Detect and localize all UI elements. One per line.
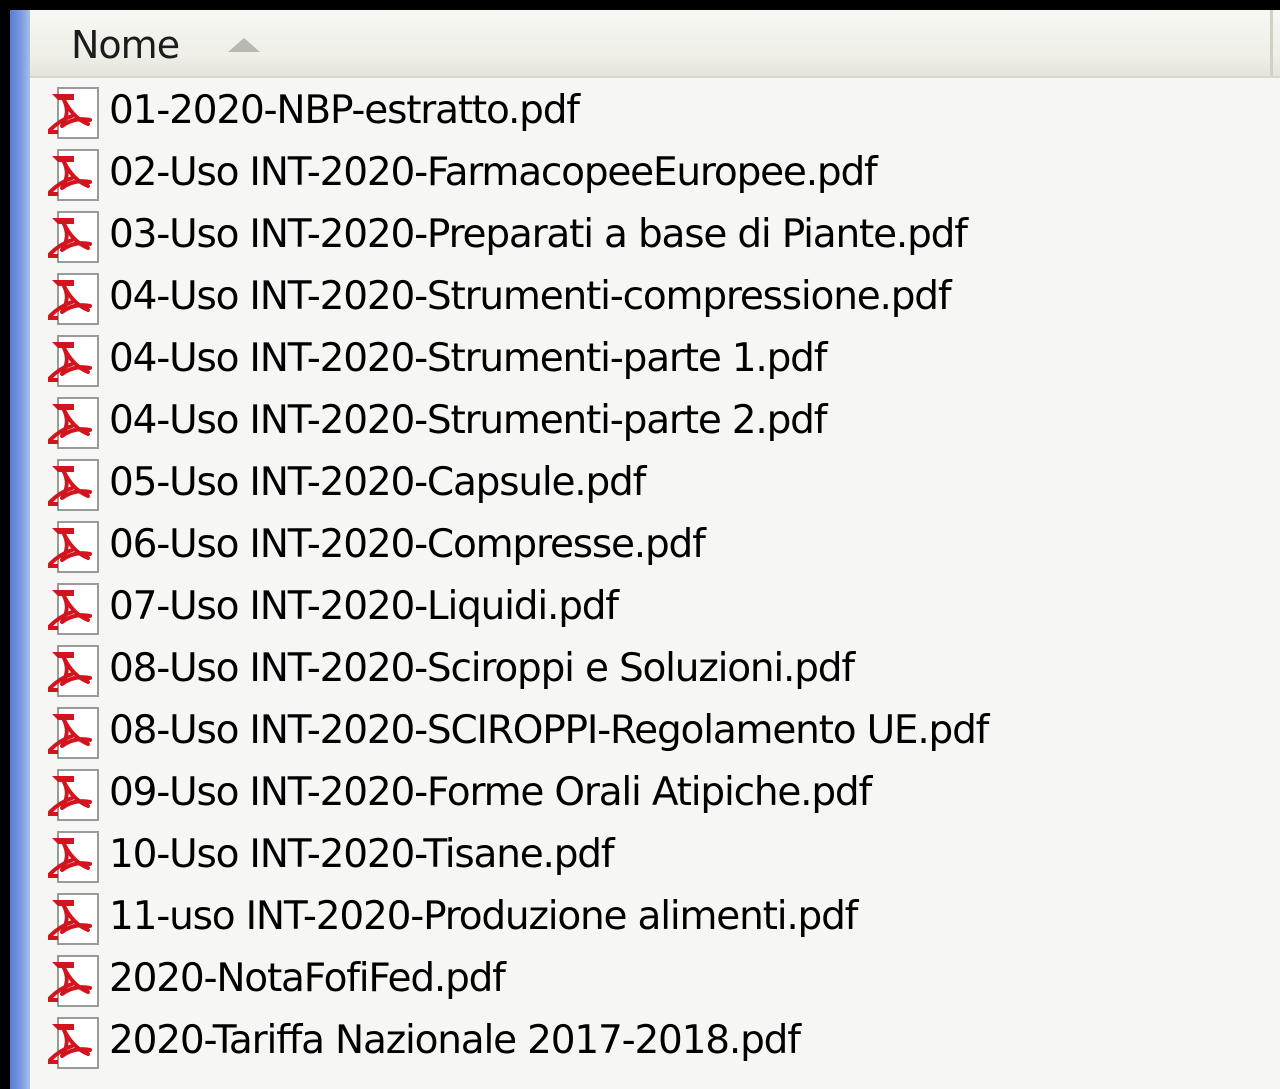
file-row[interactable]: 04-Uso INT-2020-Strumenti-parte 1.pdf bbox=[30, 328, 1280, 390]
pdf-file-icon bbox=[48, 459, 99, 511]
file-row[interactable]: 05-Uso INT-2020-Capsule.pdf bbox=[30, 452, 1280, 514]
pdf-file-icon bbox=[48, 397, 99, 449]
file-name: 04-Uso INT-2020-Strumenti-parte 2.pdf bbox=[109, 398, 827, 443]
file-list-view[interactable]: Nome 01-2020-NBP-estratto.pdf 02-Uso INT… bbox=[30, 10, 1280, 1089]
column-header-name[interactable]: Nome bbox=[30, 10, 1273, 76]
pdf-file-icon bbox=[48, 645, 99, 697]
file-name: 01-2020-NBP-estratto.pdf bbox=[109, 88, 580, 133]
file-name: 02-Uso INT-2020-FarmacopeeEuropee.pdf bbox=[109, 150, 878, 195]
file-name: 04-Uso INT-2020-Strumenti-compressione.p… bbox=[109, 274, 952, 319]
pdf-file-icon bbox=[48, 769, 99, 821]
file-name: 03-Uso INT-2020-Preparati a base di Pian… bbox=[109, 212, 968, 257]
left-task-pane-edge bbox=[11, 10, 30, 1089]
pdf-file-icon bbox=[48, 1017, 99, 1069]
file-row[interactable]: 07-Uso INT-2020-Liquidi.pdf bbox=[30, 576, 1280, 638]
file-name: 10-Uso INT-2020-Tisane.pdf bbox=[109, 832, 615, 877]
pdf-file-icon bbox=[48, 87, 99, 139]
file-explorer-window: Nome 01-2020-NBP-estratto.pdf 02-Uso INT… bbox=[10, 10, 1280, 1089]
file-row[interactable]: 08-Uso INT-2020-Sciroppi e Soluzioni.pdf bbox=[30, 638, 1280, 700]
file-row[interactable]: 03-Uso INT-2020-Preparati a base di Pian… bbox=[30, 204, 1280, 266]
file-row[interactable]: 02-Uso INT-2020-FarmacopeeEuropee.pdf bbox=[30, 142, 1280, 204]
file-row[interactable]: 11-uso INT-2020-Produzione alimenti.pdf bbox=[30, 886, 1280, 948]
pdf-file-icon bbox=[48, 335, 99, 387]
file-name: 2020-Tariffa Nazionale 2017-2018.pdf bbox=[109, 1018, 801, 1063]
file-row[interactable]: 09-Uso INT-2020-Forme Orali Atipiche.pdf bbox=[30, 762, 1280, 824]
column-header-label: Nome bbox=[71, 23, 180, 67]
pdf-file-icon bbox=[48, 893, 99, 945]
pdf-file-icon bbox=[48, 273, 99, 325]
pdf-file-icon bbox=[48, 831, 99, 883]
file-name: 05-Uso INT-2020-Capsule.pdf bbox=[109, 460, 646, 505]
file-row[interactable]: 10-Uso INT-2020-Tisane.pdf bbox=[30, 824, 1280, 886]
pdf-file-icon bbox=[48, 583, 99, 635]
file-row[interactable]: 2020-NotaFofiFed.pdf bbox=[30, 948, 1280, 1010]
file-name: 08-Uso INT-2020-Sciroppi e Soluzioni.pdf bbox=[109, 646, 855, 691]
file-list: 01-2020-NBP-estratto.pdf 02-Uso INT-2020… bbox=[30, 80, 1280, 1072]
file-name: 04-Uso INT-2020-Strumenti-parte 1.pdf bbox=[109, 336, 827, 381]
file-name: 08-Uso INT-2020-SCIROPPI-Regolamento UE.… bbox=[109, 708, 989, 753]
file-name: 09-Uso INT-2020-Forme Orali Atipiche.pdf bbox=[109, 770, 872, 815]
file-row[interactable]: 04-Uso INT-2020-Strumenti-parte 2.pdf bbox=[30, 390, 1280, 452]
file-row[interactable]: 06-Uso INT-2020-Compresse.pdf bbox=[30, 514, 1280, 576]
column-header-bar: Nome bbox=[30, 10, 1280, 78]
pdf-file-icon bbox=[48, 149, 99, 201]
file-name: 2020-NotaFofiFed.pdf bbox=[109, 956, 506, 1001]
pdf-file-icon bbox=[48, 211, 99, 263]
sort-ascending-icon bbox=[228, 38, 260, 52]
file-row[interactable]: 08-Uso INT-2020-SCIROPPI-Regolamento UE.… bbox=[30, 700, 1280, 762]
pdf-file-icon bbox=[48, 955, 99, 1007]
file-row[interactable]: 01-2020-NBP-estratto.pdf bbox=[30, 80, 1280, 142]
file-name: 06-Uso INT-2020-Compresse.pdf bbox=[109, 522, 706, 567]
file-row[interactable]: 04-Uso INT-2020-Strumenti-compressione.p… bbox=[30, 266, 1280, 328]
pdf-file-icon bbox=[48, 521, 99, 573]
file-name: 11-uso INT-2020-Produzione alimenti.pdf bbox=[109, 894, 858, 939]
file-name: 07-Uso INT-2020-Liquidi.pdf bbox=[109, 584, 619, 629]
file-row[interactable]: 2020-Tariffa Nazionale 2017-2018.pdf bbox=[30, 1010, 1280, 1072]
pdf-file-icon bbox=[48, 707, 99, 759]
